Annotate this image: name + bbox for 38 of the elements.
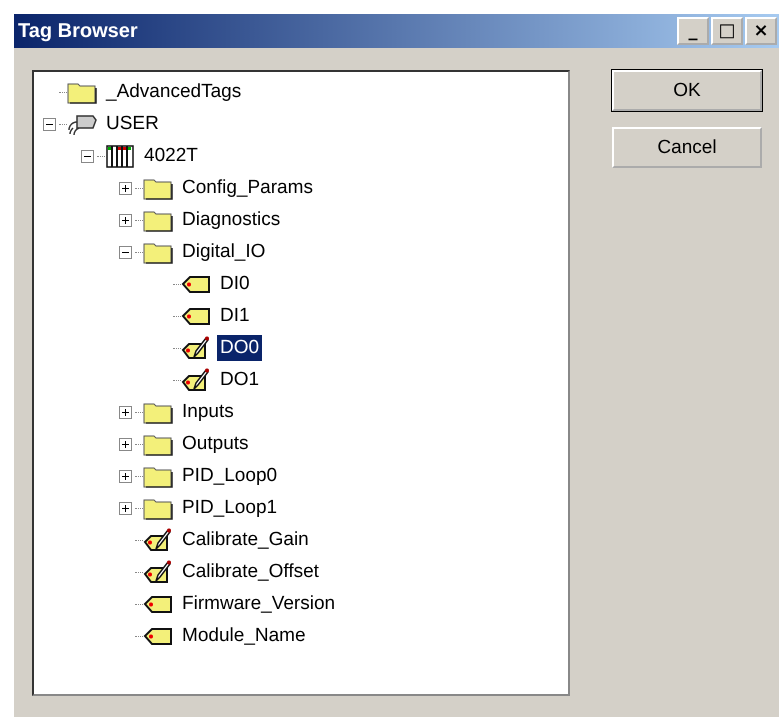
tree-item[interactable]: PID_Loop1 [179, 495, 280, 521]
tree-item[interactable]: USER [103, 111, 162, 137]
expand-toggle[interactable] [118, 182, 132, 194]
tree-item[interactable]: Calibrate_Offset [179, 559, 322, 585]
tree-item[interactable]: Inputs [179, 399, 237, 425]
expand-toggle[interactable] [118, 502, 132, 514]
tag-with-pencil-icon [143, 528, 173, 552]
expand-toggle[interactable] [118, 470, 132, 482]
ok-button[interactable]: OK [612, 70, 762, 111]
expand-toggle[interactable] [118, 406, 132, 418]
close-button[interactable]: × [745, 17, 777, 45]
tree-item[interactable]: Outputs [179, 431, 252, 457]
expand-toggle[interactable] [118, 438, 132, 450]
tag-with-pencil-icon [181, 336, 211, 360]
tree-item[interactable]: 4022T [141, 143, 201, 169]
collapse-toggle[interactable] [42, 118, 56, 130]
tree-item[interactable]: Firmware_Version [179, 591, 338, 617]
tag-with-pencil-icon [181, 368, 211, 392]
tree-item[interactable]: _AdvancedTags [103, 79, 244, 105]
module-rack-icon [105, 144, 135, 168]
collapse-toggle[interactable] [118, 246, 132, 258]
tree-item[interactable]: DO0 [217, 335, 262, 361]
tree-item[interactable]: Diagnostics [179, 207, 284, 233]
tree-item[interactable]: DI1 [217, 303, 253, 329]
window-title: Tag Browser [18, 20, 138, 42]
tree-item[interactable]: Config_Params [179, 175, 316, 201]
tree-item[interactable]: Calibrate_Gain [179, 527, 312, 553]
tree-item[interactable]: PID_Loop0 [179, 463, 280, 489]
collapse-toggle[interactable] [80, 150, 94, 162]
tag-with-pencil-icon [143, 560, 173, 584]
cancel-button[interactable]: Cancel [612, 127, 762, 168]
minimize-button[interactable]: _ [677, 17, 709, 45]
tree-item[interactable]: DO1 [217, 367, 262, 393]
maximize-button[interactable]: □ [711, 17, 743, 45]
tree-item[interactable]: Module_Name [179, 623, 309, 649]
tree-item[interactable]: Digital_IO [179, 239, 268, 265]
tree-item[interactable]: DI0 [217, 271, 253, 297]
expand-toggle[interactable] [118, 214, 132, 226]
